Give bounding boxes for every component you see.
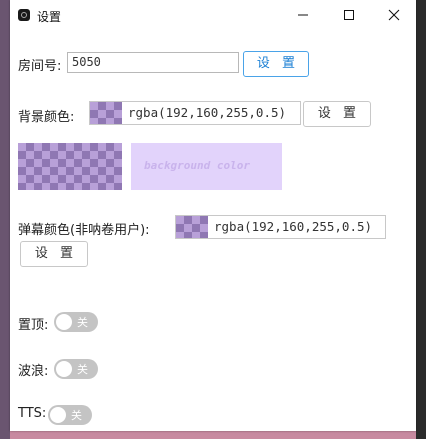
- toggle-knob: [50, 407, 66, 423]
- toggle-knob: [56, 314, 72, 330]
- background-color-swatch: [90, 102, 122, 124]
- background-color-preview: background color: [131, 143, 282, 190]
- background-preview-text: background color: [144, 159, 250, 172]
- room-input[interactable]: 5050: [67, 52, 239, 73]
- close-button[interactable]: [371, 0, 416, 30]
- tts-label: TTS:: [18, 406, 47, 421]
- pin-top-label: 置顶:: [18, 318, 49, 333]
- window-title: 设置: [37, 10, 62, 24]
- danmaku-color-value: rgba(192,160,255,0.5): [214, 219, 373, 234]
- toggle-state-label: 关: [77, 316, 88, 329]
- toggle-state-label: 关: [71, 409, 82, 422]
- color-preview-checker: [18, 143, 122, 190]
- toggle-knob: [56, 361, 72, 377]
- minimize-icon: [297, 14, 308, 16]
- wave-label: 波浪:: [18, 364, 49, 379]
- app-icon: [18, 9, 30, 21]
- danmaku-color-label: 弹幕颜色(非呐卷用户):: [18, 223, 150, 238]
- background-editor-strip: [416, 0, 426, 439]
- tts-toggle[interactable]: 关: [48, 405, 92, 425]
- wave-toggle[interactable]: 关: [54, 359, 98, 379]
- pin-top-toggle[interactable]: 关: [54, 312, 98, 332]
- background-color-label: 背景颜色:: [18, 110, 75, 125]
- danmaku-color-field[interactable]: rgba(192,160,255,0.5): [175, 215, 386, 239]
- maximize-icon: [343, 10, 354, 20]
- background-color-field[interactable]: rgba(192,160,255,0.5): [89, 101, 301, 125]
- danmaku-set-button[interactable]: 设 置: [20, 241, 88, 267]
- danmaku-color-swatch: [176, 216, 208, 238]
- room-set-button[interactable]: 设 置: [243, 51, 309, 77]
- minimize-button[interactable]: [280, 0, 325, 30]
- background-color-value: rgba(192,160,255,0.5): [128, 105, 287, 120]
- settings-window: 设置 房间号: 5050 设 置 背景颜色: rgba(192,160,255,…: [10, 0, 416, 431]
- maximize-button[interactable]: [326, 0, 371, 30]
- room-label: 房间号:: [18, 59, 62, 74]
- background-set-button[interactable]: 设 置: [303, 101, 371, 127]
- close-icon: [388, 9, 399, 21]
- background-window-left: [0, 0, 10, 439]
- toggle-state-label: 关: [77, 363, 88, 376]
